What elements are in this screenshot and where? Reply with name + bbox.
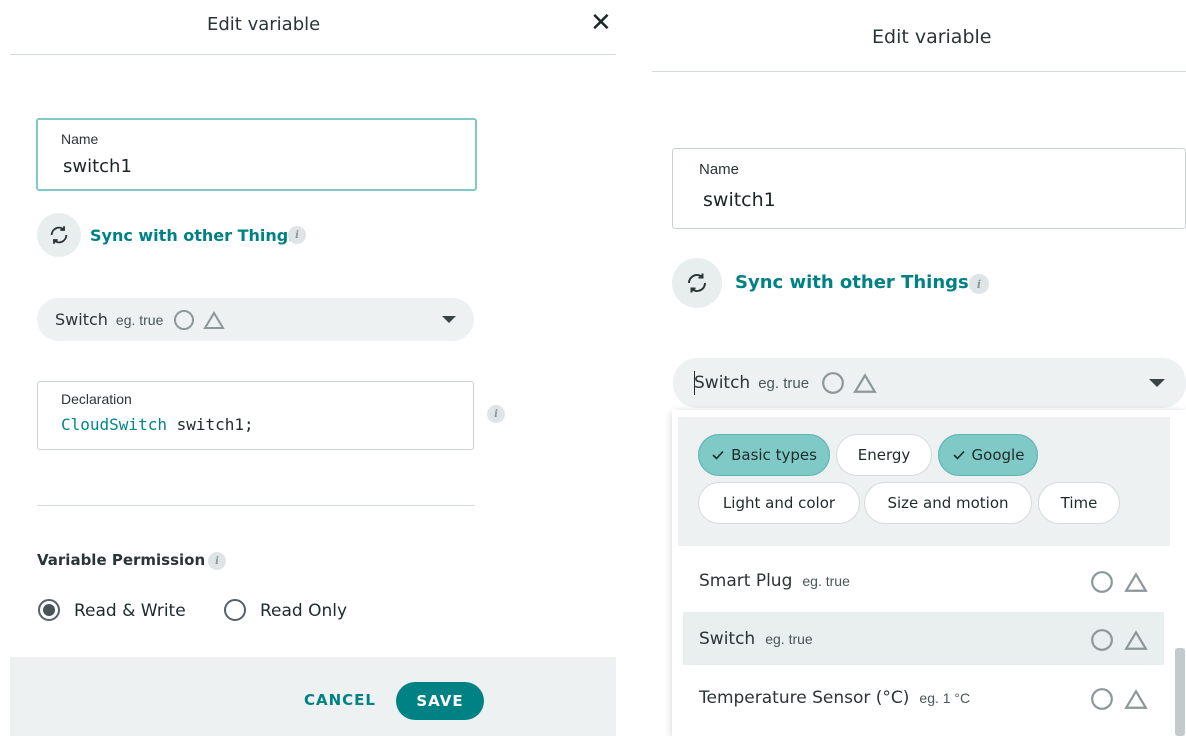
declaration-code: CloudSwitch switch1;: [61, 415, 254, 434]
chip-light-and-color[interactable]: Light and color: [698, 482, 860, 524]
chevron-down-icon: [442, 316, 456, 323]
option-example: eg. true: [765, 630, 813, 647]
cancel-button[interactable]: CANCEL: [304, 691, 376, 709]
dialog-footer: CANCEL SAVE: [10, 657, 616, 736]
declaration-info-icon[interactable]: i: [487, 405, 505, 423]
panel-title: Edit variable: [207, 14, 321, 35]
name-field-label: Name: [61, 131, 99, 147]
sync-label[interactable]: Sync with other Things: [90, 226, 298, 245]
name-field-value[interactable]: switch1: [63, 156, 132, 177]
circle-outline-icon: [1091, 629, 1113, 651]
section-divider: [37, 505, 475, 506]
declaration-type: CloudSwitch: [61, 415, 167, 434]
name-field-label-right: Name: [699, 161, 740, 178]
chip-google[interactable]: Google: [938, 434, 1038, 476]
circle-outline-icon: [1091, 688, 1113, 710]
declaration-semicolon: ;: [244, 415, 254, 434]
name-field-right[interactable]: Name switch1: [672, 148, 1186, 229]
header-divider: [10, 54, 616, 55]
permission-info-icon[interactable]: i: [208, 552, 226, 570]
chevron-down-icon: [1149, 379, 1165, 387]
chip-basic-types-label: Basic types: [731, 446, 817, 464]
radio-read-write-label[interactable]: Read & Write: [74, 601, 186, 621]
option-switch[interactable]: Switch eg. true: [683, 612, 1164, 665]
option-example: eg. 1 °C: [919, 689, 971, 706]
chip-light-and-color-label: Light and color: [722, 494, 836, 512]
panel-title-right: Edit variable: [872, 26, 992, 48]
type-select-value: Switch: [55, 310, 108, 329]
circle-outline-icon: [1091, 571, 1113, 593]
close-icon[interactable]: ✕: [590, 8, 612, 38]
check-icon: [952, 450, 965, 460]
type-select-value-right: Switch: [694, 373, 751, 393]
chip-size-and-motion[interactable]: Size and motion: [864, 482, 1032, 524]
chip-energy-label: Energy: [857, 446, 911, 464]
declaration-var: switch1: [176, 415, 245, 434]
name-field[interactable]: Name switch1: [36, 118, 477, 191]
home-icon: [853, 373, 877, 393]
home-icon: [1124, 572, 1148, 592]
radio-read-only[interactable]: [224, 599, 246, 621]
chip-time[interactable]: Time: [1038, 482, 1120, 524]
info-icon[interactable]: i: [288, 226, 306, 244]
sync-icon: [50, 226, 68, 244]
sync-label-right[interactable]: Sync with other Things: [735, 272, 969, 293]
home-icon: [1124, 630, 1148, 650]
radio-read-only-label[interactable]: Read Only: [260, 601, 347, 621]
text-cursor: [694, 371, 695, 395]
type-select[interactable]: Switch eg. true: [37, 298, 474, 341]
dropdown-scrollbar[interactable]: [1175, 648, 1185, 736]
type-select-right[interactable]: Switch eg. true: [673, 358, 1186, 408]
chip-google-label: Google: [971, 446, 1025, 464]
option-temperature-sensor[interactable]: Temperature Sensor (°C) eg. 1 °C: [683, 671, 1164, 724]
sync-button-right[interactable]: [672, 258, 722, 308]
permission-label: Variable Permission: [37, 551, 206, 569]
option-example: eg. true: [802, 572, 850, 589]
save-button[interactable]: SAVE: [396, 682, 484, 720]
name-field-value-right[interactable]: switch1: [703, 189, 776, 211]
home-icon: [1124, 689, 1148, 709]
chip-energy[interactable]: Energy: [836, 434, 932, 476]
sync-icon: [688, 273, 706, 293]
chip-size-and-motion-label: Size and motion: [887, 494, 1009, 512]
sync-button[interactable]: [37, 213, 81, 257]
type-select-example-right: eg. true: [758, 374, 810, 392]
info-icon[interactable]: i: [969, 274, 989, 294]
chip-time-label: Time: [1060, 494, 1098, 512]
circle-outline-icon: [174, 309, 195, 330]
declaration-box: Declaration CloudSwitch switch1;: [37, 381, 474, 450]
option-name: Switch: [699, 628, 756, 649]
chip-basic-types[interactable]: Basic types: [698, 434, 830, 476]
option-name: Smart Plug: [699, 570, 793, 591]
type-select-example: eg. true: [115, 311, 164, 328]
option-smart-plug[interactable]: Smart Plug eg. true: [683, 554, 1164, 607]
check-icon: [712, 450, 724, 460]
circle-outline-icon: [822, 372, 845, 394]
radio-read-write[interactable]: [38, 599, 60, 621]
option-name: Temperature Sensor (°C): [699, 687, 910, 708]
home-icon: [203, 310, 226, 329]
edit-variable-panel-left: Edit variable ✕ Name switch1 Sync with o…: [0, 0, 616, 736]
declaration-label: Declaration: [61, 391, 132, 407]
header-divider-right: [652, 71, 1186, 72]
